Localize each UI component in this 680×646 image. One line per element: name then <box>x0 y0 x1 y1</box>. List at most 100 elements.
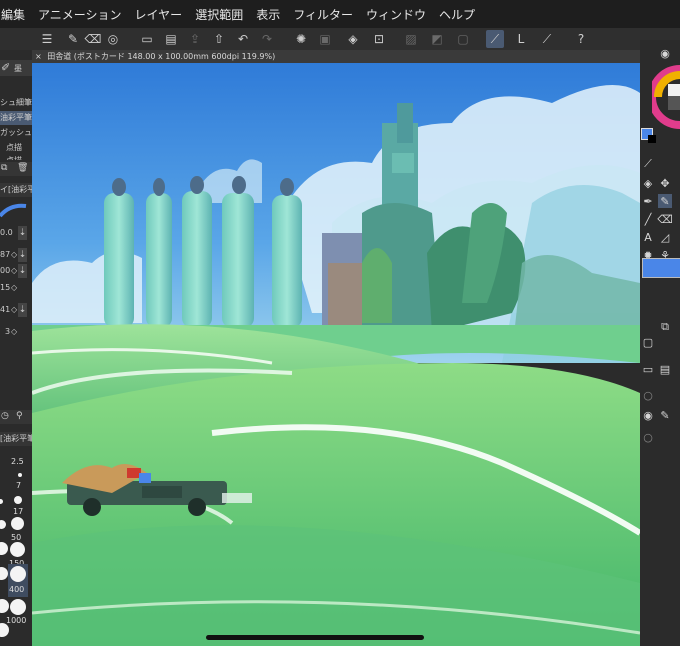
brush-size-label-selected[interactable]: 400 <box>9 585 24 594</box>
subtool-header: 墨 <box>14 64 22 73</box>
layer-pen-icon[interactable]: ✎ <box>658 408 672 422</box>
blend-value[interactable]: 41 <box>0 305 10 314</box>
eye-icon[interactable]: ◉ <box>641 408 655 422</box>
brush-name: イ[油彩平 <box>0 183 32 197</box>
stepper-icon[interactable]: ◇ <box>11 303 17 317</box>
color-wheel-tab-icon[interactable]: ◉ <box>658 46 672 60</box>
menu-view[interactable]: 表示 <box>256 6 280 23</box>
color-wheel[interactable] <box>652 62 680 136</box>
pen-tool-icon[interactable]: ⟋ <box>641 157 655 171</box>
brush-size-label[interactable]: 2.5 <box>11 457 24 466</box>
layer-mask-icon[interactable]: ▢ <box>641 335 655 349</box>
menu-filter[interactable]: フィルター <box>293 6 353 23</box>
transform-icon[interactable]: ⊡ <box>370 30 388 48</box>
deselect-icon[interactable]: ▨ <box>402 30 420 48</box>
undo-icon[interactable]: ↶ <box>234 30 252 48</box>
clock-icon[interactable]: ◷ <box>1 411 9 421</box>
pressure-icon[interactable]: ⇣ <box>18 226 27 240</box>
painting-artwork[interactable] <box>32 63 640 646</box>
brush-size-dot[interactable] <box>11 517 24 530</box>
selection-frame-icon[interactable]: ▢ <box>454 30 472 48</box>
pressure-icon[interactable]: ⇣ <box>18 303 27 317</box>
brush-size-panel-title: [油彩平筆] <box>0 432 32 446</box>
hamburger-menu-icon[interactable]: ☰ <box>38 30 56 48</box>
brush-size-dot[interactable] <box>10 542 25 557</box>
eyedropper-tool-icon[interactable]: ✒ <box>641 194 655 208</box>
subtool-item[interactable]: 点描 <box>6 154 32 160</box>
menu-selection[interactable]: 選択範囲 <box>195 6 243 23</box>
menu-window[interactable]: ウィンドウ <box>366 6 426 23</box>
brush-size-label[interactable]: 1000 <box>6 616 26 625</box>
brush-snap-icon[interactable]: ᒪ <box>512 30 530 48</box>
close-icon[interactable]: × <box>35 52 42 61</box>
stepper-icon[interactable]: ◇ <box>11 264 17 278</box>
loading-icon[interactable]: ✺ <box>292 30 310 48</box>
eraser-tool-icon[interactable]: ⌫ <box>657 212 673 226</box>
pen-snap-icon[interactable]: ⟋ <box>538 30 556 48</box>
brush-tool-icon[interactable]: ✎ <box>658 194 672 208</box>
paint-amount-value[interactable]: 00 <box>0 266 10 275</box>
stepper-icon[interactable]: ◇ <box>11 325 17 339</box>
layers-tab-icon[interactable]: ⧉ <box>658 320 672 334</box>
current-color-bar[interactable] <box>642 258 680 278</box>
edit-pen-icon[interactable]: ✎ <box>64 30 82 48</box>
brush-size-label[interactable]: 50 <box>11 533 21 542</box>
invert-selection-icon[interactable]: ◩ <box>428 30 446 48</box>
search-icon[interactable]: ⚲ <box>16 411 23 421</box>
menu-animation[interactable]: アニメーション <box>38 6 122 23</box>
open-folder-icon[interactable]: ▤ <box>162 30 180 48</box>
redo-icon[interactable]: ↷ <box>258 30 276 48</box>
menu-layer[interactable]: レイヤー <box>135 6 183 23</box>
copy-icon[interactable]: ⧉ <box>1 163 7 173</box>
pressure-icon[interactable]: ⇣ <box>18 264 27 278</box>
save-icon[interactable]: ⇪ <box>186 30 204 48</box>
preview-icon[interactable]: ◎ <box>104 30 122 48</box>
brush-size-label[interactable]: 7 <box>16 481 21 490</box>
trash-icon[interactable]: 🗑 <box>17 163 28 173</box>
layer-new-icon[interactable]: ▭ <box>641 362 655 376</box>
brush-size-label[interactable]: 17 <box>13 507 23 516</box>
subtool-item-selected[interactable]: 油彩平筆 <box>0 111 32 125</box>
stabilization-value[interactable]: 3 <box>5 325 10 339</box>
canvas[interactable] <box>32 63 640 646</box>
brush-size-dot[interactable] <box>0 499 3 504</box>
sub-color-swatch[interactable] <box>648 135 656 143</box>
brush-size-dot[interactable] <box>0 623 9 637</box>
pressure-icon[interactable]: ⇣ <box>18 248 27 262</box>
subtool-item[interactable]: ガッシュ <box>0 126 32 140</box>
layer-visibility-icon[interactable]: ○ <box>641 388 655 402</box>
export-icon[interactable]: ⇧ <box>210 30 228 48</box>
home-indicator <box>206 635 424 640</box>
eraser-icon[interactable]: ⌫ <box>84 30 102 48</box>
clear-icon[interactable]: ▣ <box>316 30 334 48</box>
brush-size-value[interactable]: 0.0 <box>0 228 13 237</box>
brush-size-dot[interactable] <box>10 566 26 582</box>
layer-visibility-icon[interactable]: ○ <box>641 430 655 444</box>
subtool-item[interactable]: 点描 <box>6 141 32 155</box>
stepper-icon[interactable]: ◇ <box>11 248 17 262</box>
text-tool-icon[interactable]: A <box>641 230 655 244</box>
opacity-value[interactable]: 87 <box>0 250 10 259</box>
stepper-icon[interactable]: ◇ <box>11 281 17 295</box>
subtool-item[interactable]: シュ細筆 <box>0 96 32 110</box>
paint-density-value[interactable]: 15 <box>0 283 10 292</box>
ruler-tool-icon[interactable]: ◿ <box>658 230 672 244</box>
help-icon[interactable]: ? <box>572 30 590 48</box>
fill-tool-icon[interactable]: ◈ <box>641 176 655 190</box>
menu-help[interactable]: ヘルプ <box>439 6 475 23</box>
brush-size-dot[interactable] <box>14 496 22 504</box>
move-tool-icon[interactable]: ✥ <box>658 176 672 190</box>
ruler-snap-icon[interactable]: ⟋ <box>486 30 504 48</box>
document-tab[interactable]: × 田舎道 (ポストカード 148.00 x 100.00mm 600dpi 1… <box>32 50 640 63</box>
layer-folder-icon[interactable]: ▤ <box>658 362 672 376</box>
brush-size-dot[interactable] <box>18 473 22 477</box>
brush-size-dot[interactable] <box>10 599 26 615</box>
brush-size-dot[interactable] <box>0 599 9 613</box>
line-tool-icon[interactable]: ╱ <box>641 212 655 226</box>
brush-size-dot[interactable] <box>0 542 8 555</box>
brush-size-dot[interactable] <box>0 567 8 580</box>
fill-icon[interactable]: ◈ <box>344 30 362 48</box>
menu-edit[interactable]: 編集 <box>1 6 25 23</box>
new-file-icon[interactable]: ▭ <box>138 30 156 48</box>
brush-size-dot[interactable] <box>0 520 6 529</box>
